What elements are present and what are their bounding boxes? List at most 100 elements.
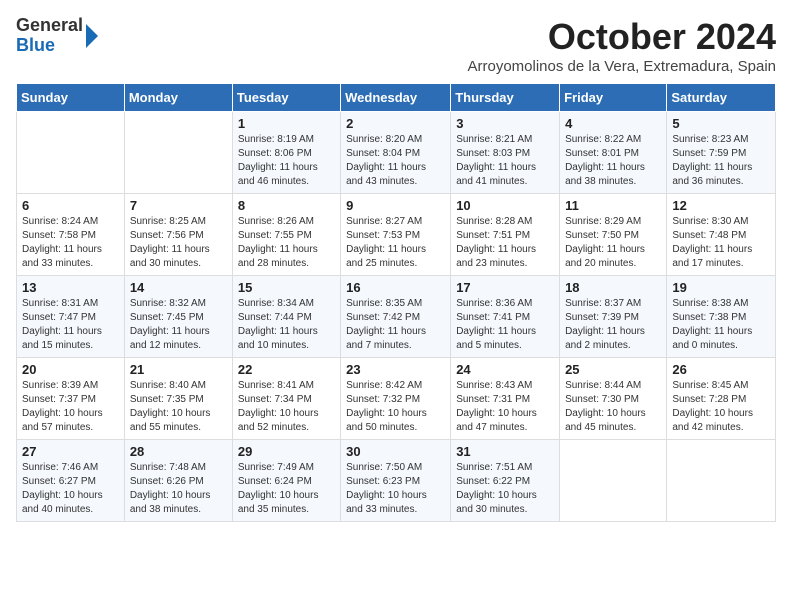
day-info: Sunrise: 8:40 AM Sunset: 7:35 PM Dayligh… — [130, 379, 227, 435]
weekday-header-saturday: Saturday — [667, 84, 776, 112]
day-number: 5 — [672, 116, 770, 131]
logo-blue: Blue — [16, 36, 83, 56]
day-number: 8 — [238, 198, 335, 213]
day-number: 22 — [238, 362, 335, 377]
day-number: 13 — [22, 280, 119, 295]
logo: General Blue — [16, 16, 99, 56]
calendar-week-row: 27Sunrise: 7:46 AM Sunset: 6:27 PM Dayli… — [17, 440, 776, 522]
title-block: October 2024 Arroyomolinos de la Vera, E… — [468, 16, 777, 75]
day-number: 19 — [672, 280, 770, 295]
day-info: Sunrise: 8:35 AM Sunset: 7:42 PM Dayligh… — [346, 297, 445, 353]
day-number: 1 — [238, 116, 335, 131]
day-info: Sunrise: 8:38 AM Sunset: 7:38 PM Dayligh… — [672, 297, 770, 353]
location-subtitle: Arroyomolinos de la Vera, Extremadura, S… — [468, 58, 777, 75]
day-info: Sunrise: 8:20 AM Sunset: 8:04 PM Dayligh… — [346, 133, 445, 189]
calendar-cell: 31 Sunrise: 7:51 AM Sunset: 6:22 PM Dayli… — [451, 440, 560, 522]
calendar-cell: 23Sunrise: 8:42 AM Sunset: 7:32 PM Dayli… — [341, 358, 451, 440]
day-number: 20 — [22, 362, 119, 377]
calendar-cell: 3 Sunrise: 8:21 AM Sunset: 8:03 PM Daylig… — [451, 112, 560, 194]
calendar-week-row: 13 Sunrise: 8:31 AM Sunset: 7:47 PM Dayli… — [17, 276, 776, 358]
calendar-cell: 22 Sunrise: 8:41 AM Sunset: 7:34 PM Dayli… — [232, 358, 340, 440]
calendar-cell: 4Sunrise: 8:22 AM Sunset: 8:01 PM Daylig… — [560, 112, 667, 194]
calendar-cell — [124, 112, 232, 194]
calendar-cell: 8 Sunrise: 8:26 AM Sunset: 7:55 PM Daylig… — [232, 194, 340, 276]
calendar-cell: 25 Sunrise: 8:44 AM Sunset: 7:30 PM Dayli… — [560, 358, 667, 440]
day-number: 29 — [238, 444, 335, 459]
calendar-week-row: 6 Sunrise: 8:24 AM Sunset: 7:58 PM Daylig… — [17, 194, 776, 276]
day-info: Sunrise: 8:39 AM Sunset: 7:37 PM Dayligh… — [22, 379, 119, 435]
day-info: Sunrise: 8:43 AM Sunset: 7:31 PM Dayligh… — [456, 379, 554, 435]
calendar-cell: 14 Sunrise: 8:32 AM Sunset: 7:45 PM Dayli… — [124, 276, 232, 358]
day-info: Sunrise: 8:37 AM Sunset: 7:39 PM Dayligh… — [565, 297, 661, 353]
day-info: Sunrise: 8:23 AM Sunset: 7:59 PM Dayligh… — [672, 133, 770, 189]
calendar-cell: 30 Sunrise: 7:50 AM Sunset: 6:23 PM Dayli… — [341, 440, 451, 522]
logo-icon — [85, 24, 99, 48]
calendar-cell: 27Sunrise: 7:46 AM Sunset: 6:27 PM Dayli… — [17, 440, 125, 522]
weekday-header-thursday: Thursday — [451, 84, 560, 112]
calendar-table: SundayMondayTuesdayWednesdayThursdayFrid… — [16, 83, 776, 522]
day-number: 26 — [672, 362, 770, 377]
day-info: Sunrise: 7:48 AM Sunset: 6:26 PM Dayligh… — [130, 461, 227, 517]
calendar-week-row: 20 Sunrise: 8:39 AM Sunset: 7:37 PM Dayli… — [17, 358, 776, 440]
day-number: 9 — [346, 198, 445, 213]
day-info: Sunrise: 8:36 AM Sunset: 7:41 PM Dayligh… — [456, 297, 554, 353]
calendar-cell: 28Sunrise: 7:48 AM Sunset: 6:26 PM Dayli… — [124, 440, 232, 522]
day-info: Sunrise: 8:44 AM Sunset: 7:30 PM Dayligh… — [565, 379, 661, 435]
day-info: Sunrise: 7:49 AM Sunset: 6:24 PM Dayligh… — [238, 461, 335, 517]
calendar-cell: 5 Sunrise: 8:23 AM Sunset: 7:59 PM Daylig… — [667, 112, 776, 194]
day-number: 21 — [130, 362, 227, 377]
calendar-cell: 12Sunrise: 8:30 AM Sunset: 7:48 PM Dayli… — [667, 194, 776, 276]
day-number: 11 — [565, 198, 661, 213]
calendar-cell: 11Sunrise: 8:29 AM Sunset: 7:50 PM Dayli… — [560, 194, 667, 276]
calendar-cell: 6 Sunrise: 8:24 AM Sunset: 7:58 PM Daylig… — [17, 194, 125, 276]
calendar-cell — [17, 112, 125, 194]
day-info: Sunrise: 8:27 AM Sunset: 7:53 PM Dayligh… — [346, 215, 445, 271]
day-number: 7 — [130, 198, 227, 213]
calendar-cell: 10 Sunrise: 8:28 AM Sunset: 7:51 PM Dayli… — [451, 194, 560, 276]
day-info: Sunrise: 8:32 AM Sunset: 7:45 PM Dayligh… — [130, 297, 227, 353]
weekday-header-friday: Friday — [560, 84, 667, 112]
day-number: 2 — [346, 116, 445, 131]
day-info: Sunrise: 8:24 AM Sunset: 7:58 PM Dayligh… — [22, 215, 119, 271]
day-number: 27 — [22, 444, 119, 459]
day-info: Sunrise: 8:19 AM Sunset: 8:06 PM Dayligh… — [238, 133, 335, 189]
day-info: Sunrise: 7:50 AM Sunset: 6:23 PM Dayligh… — [346, 461, 445, 517]
calendar-week-row: 1 Sunrise: 8:19 AM Sunset: 8:06 PM Daylig… — [17, 112, 776, 194]
day-number: 25 — [565, 362, 661, 377]
day-info: Sunrise: 8:42 AM Sunset: 7:32 PM Dayligh… — [346, 379, 445, 435]
day-number: 3 — [456, 116, 554, 131]
day-info: Sunrise: 8:41 AM Sunset: 7:34 PM Dayligh… — [238, 379, 335, 435]
month-title: October 2024 — [468, 16, 777, 58]
calendar-cell: 1 Sunrise: 8:19 AM Sunset: 8:06 PM Daylig… — [232, 112, 340, 194]
calendar-cell: 20 Sunrise: 8:39 AM Sunset: 7:37 PM Dayli… — [17, 358, 125, 440]
day-info: Sunrise: 8:34 AM Sunset: 7:44 PM Dayligh… — [238, 297, 335, 353]
day-number: 30 — [346, 444, 445, 459]
day-info: Sunrise: 8:28 AM Sunset: 7:51 PM Dayligh… — [456, 215, 554, 271]
calendar-cell: 19 Sunrise: 8:38 AM Sunset: 7:38 PM Dayli… — [667, 276, 776, 358]
calendar-cell: 21 Sunrise: 8:40 AM Sunset: 7:35 PM Dayli… — [124, 358, 232, 440]
logo-general: General — [16, 16, 83, 36]
calendar-cell: 24 Sunrise: 8:43 AM Sunset: 7:31 PM Dayli… — [451, 358, 560, 440]
calendar-cell: 2 Sunrise: 8:20 AM Sunset: 8:04 PM Daylig… — [341, 112, 451, 194]
day-info: Sunrise: 8:45 AM Sunset: 7:28 PM Dayligh… — [672, 379, 770, 435]
day-info: Sunrise: 7:51 AM Sunset: 6:22 PM Dayligh… — [456, 461, 554, 517]
day-number: 10 — [456, 198, 554, 213]
day-number: 16 — [346, 280, 445, 295]
calendar-cell: 15Sunrise: 8:34 AM Sunset: 7:44 PM Dayli… — [232, 276, 340, 358]
day-info: Sunrise: 8:21 AM Sunset: 8:03 PM Dayligh… — [456, 133, 554, 189]
day-number: 12 — [672, 198, 770, 213]
calendar-header: SundayMondayTuesdayWednesdayThursdayFrid… — [17, 84, 776, 112]
day-number: 24 — [456, 362, 554, 377]
page-header: General Blue October 2024 Arroyomolinos … — [16, 16, 776, 75]
day-number: 6 — [22, 198, 119, 213]
weekday-header-sunday: Sunday — [17, 84, 125, 112]
weekday-header-wednesday: Wednesday — [341, 84, 451, 112]
day-number: 4 — [565, 116, 661, 131]
calendar-cell — [667, 440, 776, 522]
day-info: Sunrise: 8:26 AM Sunset: 7:55 PM Dayligh… — [238, 215, 335, 271]
day-number: 31 — [456, 444, 554, 459]
weekday-header-row: SundayMondayTuesdayWednesdayThursdayFrid… — [17, 84, 776, 112]
day-info: Sunrise: 8:31 AM Sunset: 7:47 PM Dayligh… — [22, 297, 119, 353]
day-number: 14 — [130, 280, 227, 295]
calendar-cell: 16 Sunrise: 8:35 AM Sunset: 7:42 PM Dayli… — [341, 276, 451, 358]
